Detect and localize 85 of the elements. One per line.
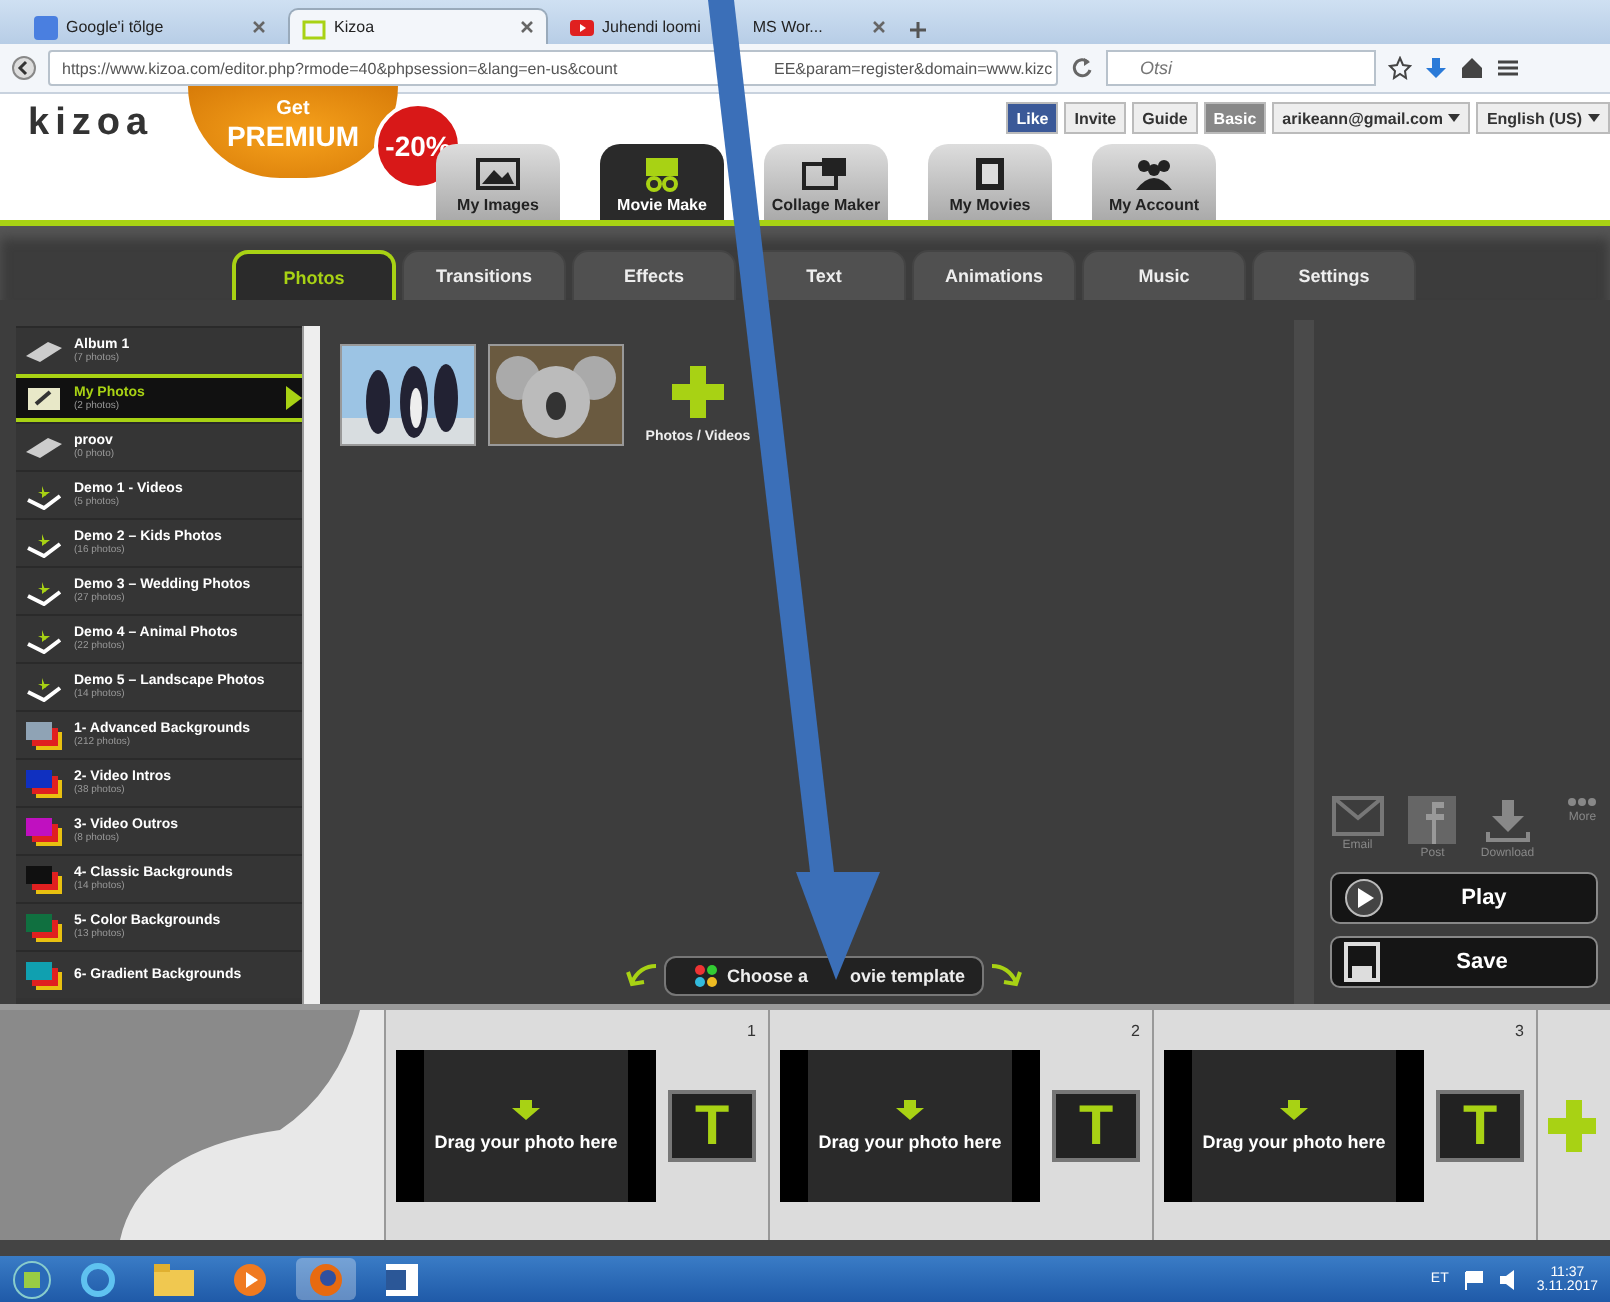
flag-icon[interactable] bbox=[1464, 1269, 1485, 1289]
dots-icon bbox=[693, 964, 717, 988]
action-button[interactable]: Play bbox=[1330, 872, 1598, 924]
down-arrow-icon bbox=[512, 1099, 540, 1119]
collage-icon bbox=[802, 156, 850, 192]
editor-tab[interactable]: Settings bbox=[1252, 250, 1416, 300]
editor-tab[interactable]: Photos bbox=[232, 250, 396, 300]
book-icon bbox=[24, 433, 64, 461]
slot-number: 3 bbox=[1515, 1022, 1524, 1040]
bookmark-icon[interactable] bbox=[1388, 56, 1412, 80]
photo-slot[interactable]: Drag your photo here bbox=[1164, 1049, 1424, 1201]
media-player-icon[interactable] bbox=[232, 1261, 268, 1297]
stacked-images-icon bbox=[24, 767, 64, 799]
scrollbar[interactable] bbox=[1294, 320, 1314, 1004]
download-icon[interactable] bbox=[1424, 56, 1448, 80]
scrollbar[interactable] bbox=[302, 326, 320, 1004]
nav-tab[interactable]: Collage Maker bbox=[764, 144, 888, 220]
scrollbar[interactable] bbox=[0, 1240, 1610, 1256]
home-icon[interactable] bbox=[1460, 56, 1484, 80]
curved-arrow-icon bbox=[987, 962, 1023, 990]
title-key[interactable]: T bbox=[668, 1089, 756, 1161]
browser-tab[interactable]: Google'i tõlge bbox=[20, 8, 280, 44]
envelope-icon bbox=[1331, 796, 1384, 836]
curved-arrow-icon bbox=[623, 962, 659, 990]
close-icon[interactable] bbox=[872, 20, 886, 34]
plus-icon[interactable] bbox=[672, 365, 724, 417]
editor-tab[interactable]: Animations bbox=[912, 250, 1076, 300]
star-book-icon bbox=[24, 481, 64, 509]
editor-tab[interactable]: Transitions bbox=[402, 250, 566, 300]
stacked-images-icon bbox=[24, 911, 64, 943]
address-field[interactable]: https://www.kizoa.com/editor.php?rmode=40&phpsession=&lang=en-us&count EE&param=register&domain=www.kizc bbox=[48, 50, 1058, 86]
browser-tab[interactable]: Juhendi loomi MS Wor... bbox=[556, 8, 900, 44]
stacked-images-icon bbox=[24, 959, 64, 991]
folder-icon[interactable] bbox=[154, 1263, 194, 1295]
title-key[interactable]: T bbox=[1436, 1089, 1524, 1161]
start-icon[interactable] bbox=[12, 1259, 52, 1299]
editor-tab[interactable]: Effects bbox=[572, 250, 736, 300]
play-arrow-icon bbox=[286, 386, 302, 410]
invite-button[interactable]: Invite bbox=[1064, 102, 1127, 134]
more-icon bbox=[1566, 796, 1599, 808]
account-dropdown[interactable]: arikeann@gmail.com bbox=[1272, 102, 1471, 134]
star-book-icon bbox=[24, 577, 64, 605]
search-field[interactable]: Otsi bbox=[1106, 50, 1376, 86]
video-icon bbox=[570, 15, 594, 39]
close-icon[interactable] bbox=[252, 20, 266, 34]
title-key[interactable]: T bbox=[1052, 1089, 1140, 1161]
play-icon bbox=[1344, 878, 1384, 918]
nav-tab[interactable]: My Movies bbox=[928, 144, 1052, 220]
document-app-icon[interactable] bbox=[384, 1261, 420, 1297]
logo: kizoa bbox=[26, 100, 156, 148]
people-icon bbox=[1130, 156, 1178, 192]
close-icon[interactable] bbox=[520, 20, 534, 34]
action-button[interactable]: Save bbox=[1330, 936, 1598, 988]
down-arrow-icon bbox=[1280, 1099, 1308, 1119]
down-arrow-icon bbox=[896, 1099, 924, 1119]
star-book-icon bbox=[24, 673, 64, 701]
translate-icon bbox=[34, 15, 58, 39]
nav-tab[interactable]: Movie Make bbox=[600, 144, 724, 220]
stacked-images-icon bbox=[24, 719, 64, 751]
star-book-icon bbox=[24, 529, 64, 557]
browser-tab[interactable]: Kizoa bbox=[288, 8, 548, 44]
editor-tab[interactable]: Music bbox=[1082, 250, 1246, 300]
facebook-icon bbox=[1408, 796, 1457, 844]
slot-number: 2 bbox=[1131, 1022, 1140, 1040]
template-button[interactable]: Choose a ovie template bbox=[663, 956, 983, 996]
slot-number: 1 bbox=[747, 1022, 756, 1040]
nav-tab[interactable]: My Account bbox=[1092, 144, 1216, 220]
guide-button[interactable]: Guide bbox=[1132, 102, 1198, 134]
book-icon bbox=[24, 337, 64, 365]
stacked-images-icon bbox=[24, 863, 64, 895]
caret-icon[interactable] bbox=[1588, 114, 1600, 122]
download-icon bbox=[1483, 796, 1532, 844]
stacked-images-icon bbox=[24, 815, 64, 847]
new-tab-icon[interactable] bbox=[908, 16, 928, 44]
picture-icon bbox=[474, 156, 522, 192]
star-book-icon bbox=[24, 625, 64, 653]
like-button[interactable]: Like bbox=[1006, 102, 1059, 134]
back-icon[interactable] bbox=[12, 56, 36, 80]
photo-slot[interactable]: Drag your photo here bbox=[396, 1049, 656, 1201]
photo-slot[interactable]: Drag your photo here bbox=[780, 1049, 1040, 1201]
plan-label: Basic bbox=[1203, 102, 1267, 134]
language-dropdown[interactable]: English (US) bbox=[1476, 102, 1610, 134]
reload-icon[interactable] bbox=[1070, 56, 1094, 80]
menu-icon[interactable] bbox=[1496, 56, 1520, 80]
caret-icon[interactable] bbox=[1448, 114, 1461, 122]
